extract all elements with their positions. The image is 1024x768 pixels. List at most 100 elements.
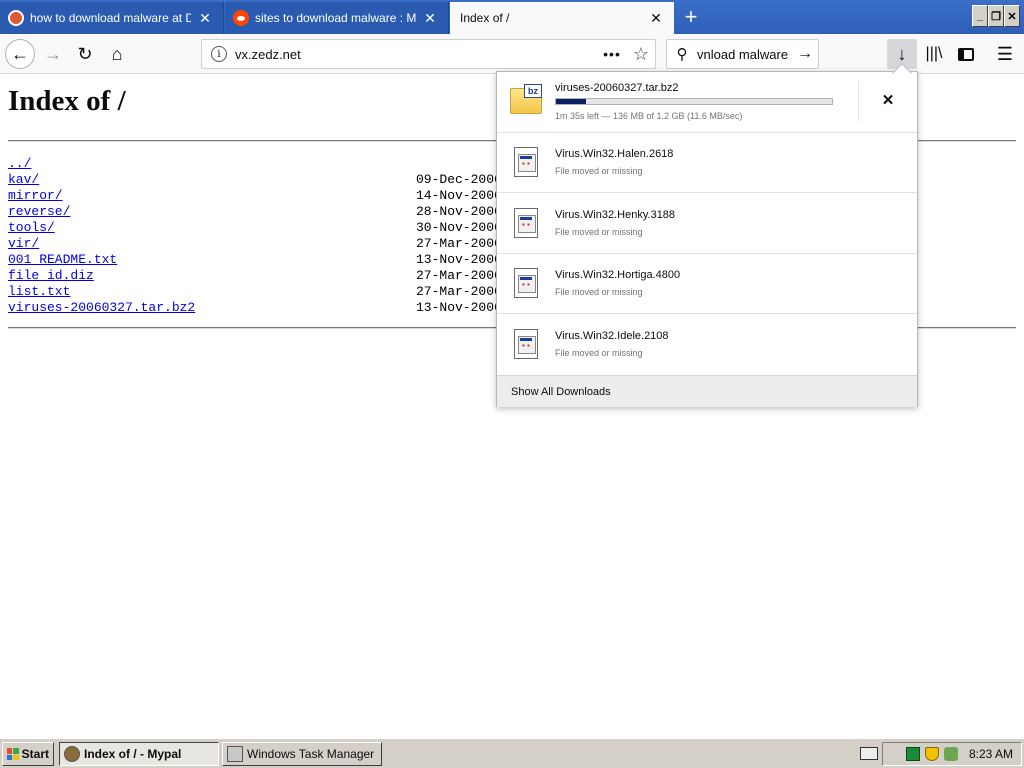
taskbar-item-mypal[interactable]: Index of / - Mypal — [59, 742, 219, 766]
page-actions-button[interactable]: ••• — [603, 46, 621, 62]
show-all-downloads-label: Show All Downloads — [511, 385, 611, 398]
reddit-icon — [233, 10, 249, 26]
entry-date: 13-Nov-2006 — [416, 300, 496, 315]
download-arrow-icon: ↓ — [897, 43, 907, 64]
windows-logo-icon — [7, 748, 19, 760]
mypal-icon — [64, 746, 80, 762]
entry-link[interactable]: reverse/ — [8, 204, 70, 219]
clock: 8:23 AM — [968, 747, 1013, 761]
close-icon[interactable]: ✕ — [422, 10, 438, 26]
tab-strip: how to download malware at DuckDuckGo ✕ … — [0, 0, 1024, 34]
shield-icon[interactable] — [924, 747, 939, 761]
executable-file-icon — [514, 268, 538, 298]
monitor-icon[interactable] — [905, 747, 920, 761]
close-icon[interactable]: ✕ — [197, 10, 213, 26]
bookmark-star-icon[interactable]: ☆ — [633, 44, 649, 65]
download-status: File moved or missing — [555, 166, 643, 176]
reload-button[interactable]: ↻ — [70, 39, 100, 69]
page-title: Index of / — [8, 85, 126, 117]
search-icon: ⚲ — [676, 46, 688, 63]
entry-link[interactable]: vir/ — [8, 236, 39, 251]
progress-fill — [556, 99, 587, 104]
download-name: Virus.Win32.Hortiga.4800 — [555, 269, 681, 281]
download-name: Virus.Win32.Halen.2618 — [555, 148, 674, 160]
url-bar[interactable]: i vx.zedz.net ••• ☆ — [201, 39, 656, 69]
entry-date: 28-Nov-2006 — [416, 204, 496, 219]
tab-reddit[interactable]: sites to download malware : Malware ✕ — [225, 2, 449, 34]
search-input[interactable]: vnload malware — [697, 47, 792, 62]
network-icon[interactable] — [943, 747, 958, 761]
executable-file-icon — [514, 329, 538, 359]
back-button[interactable]: ← — [5, 39, 35, 69]
restore-button[interactable]: ❐ — [988, 5, 1004, 27]
list-item: ../ — [8, 156, 195, 172]
search-bar[interactable]: ⚲ vnload malware → — [666, 39, 819, 69]
entry-date: 13-Nov-2006 — [416, 252, 496, 267]
taskbar-item-task-manager[interactable]: Windows Task Manager — [222, 742, 382, 766]
executable-file-icon — [514, 208, 538, 238]
start-button[interactable]: Start — [2, 742, 54, 766]
taskbar-item-label: Windows Task Manager — [247, 747, 375, 761]
system-tray: 8:23 AM — [882, 742, 1022, 766]
entry-link[interactable]: viruses-20060327.tar.bz2 — [8, 300, 195, 315]
list-item: list.txt 27-Mar-2006 — [8, 284, 496, 300]
search-go-icon[interactable]: → — [792, 45, 818, 63]
entry-link[interactable]: ../ — [8, 156, 31, 171]
hamburger-menu-icon: ☰ — [996, 43, 1014, 64]
sidebar-button[interactable] — [951, 39, 981, 69]
download-name: Virus.Win32.Idele.2108 — [555, 330, 669, 342]
entry-link[interactable]: file id.diz — [8, 268, 94, 283]
keyboard-icon[interactable] — [860, 747, 878, 760]
list-item: reverse/28-Nov-2006 — [8, 204, 496, 220]
forward-button[interactable]: → — [38, 39, 68, 69]
entry-date: 27-Mar-2006 — [416, 284, 496, 299]
download-item[interactable]: Virus.Win32.Henky.3188 File moved or mis… — [497, 193, 917, 254]
list-item: viruses-20060327.tar.bz2 13-Nov-2006 — [8, 300, 496, 316]
cancel-download-button[interactable]: ✕ — [878, 90, 898, 110]
entry-date: 27-Mar-2006 — [416, 236, 496, 251]
active-download[interactable]: bz viruses-20060327.tar.bz2 1m 35s left … — [497, 72, 917, 133]
download-item[interactable]: Virus.Win32.Idele.2108 File moved or mis… — [497, 314, 917, 375]
arrow-right-icon: → — [44, 43, 62, 64]
entry-date: 09-Dec-2006 — [416, 172, 496, 187]
entry-link[interactable]: 001 README.txt — [8, 252, 117, 267]
list-item: mirror/14-Nov-2006 — [8, 188, 496, 204]
menu-button[interactable]: ☰ — [990, 39, 1020, 69]
list-item: file id.diz 27-Mar-2006 — [8, 268, 496, 284]
library-button[interactable]: |||\ — [919, 39, 949, 69]
entry-link[interactable]: tools/ — [8, 220, 55, 235]
taskbar: Start Index of / - Mypal Windows Task Ma… — [0, 738, 1024, 768]
download-name: viruses-20060327.tar.bz2 — [555, 82, 679, 94]
download-item[interactable]: Virus.Win32.Hortiga.4800 File moved or m… — [497, 254, 917, 314]
entry-link[interactable]: mirror/ — [8, 188, 63, 203]
tab-title: Index of / — [460, 11, 510, 25]
download-status: File moved or missing — [555, 348, 643, 358]
home-button[interactable]: ⌂ — [102, 39, 132, 69]
archive-tag: bz — [524, 84, 542, 98]
close-icon[interactable]: ✕ — [648, 10, 664, 26]
list-item: 001 README.txt 13-Nov-2006 — [8, 252, 496, 268]
tab-index[interactable]: Index of / ✕ — [450, 2, 674, 34]
library-icon: |||\ — [925, 45, 943, 62]
tab-duckduckgo[interactable]: how to download malware at DuckDuckGo ✕ — [0, 2, 224, 34]
show-all-downloads-button[interactable]: Show All Downloads — [497, 375, 917, 407]
download-item[interactable]: Virus.Win32.Halen.2618 File moved or mis… — [497, 133, 917, 193]
entry-link[interactable]: kav/ — [8, 172, 39, 187]
download-progress-bar — [555, 98, 833, 105]
list-item: vir/27-Mar-2006 — [8, 236, 496, 252]
url-text[interactable]: vx.zedz.net — [235, 47, 603, 62]
download-status: File moved or missing — [555, 287, 643, 297]
minimize-button[interactable]: _ — [972, 5, 988, 27]
download-status: File moved or missing — [555, 227, 643, 237]
arrow-left-icon: ← — [11, 43, 29, 64]
info-icon[interactable]: i — [211, 46, 227, 62]
list-item: tools/30-Nov-2006 — [8, 220, 496, 236]
separator — [858, 81, 859, 121]
archive-file-icon: bz — [510, 84, 542, 114]
entry-date: 27-Mar-2006 — [416, 268, 496, 283]
new-tab-button[interactable]: + — [676, 2, 706, 32]
tab-title: how to download malware at DuckDuckGo — [30, 11, 191, 25]
directory-listing: ../ kav/09-Dec-2006 mirror/14-Nov-2006 r… — [8, 156, 496, 316]
close-window-button[interactable]: ✕ — [1004, 5, 1020, 27]
entry-link[interactable]: list.txt — [8, 284, 70, 299]
